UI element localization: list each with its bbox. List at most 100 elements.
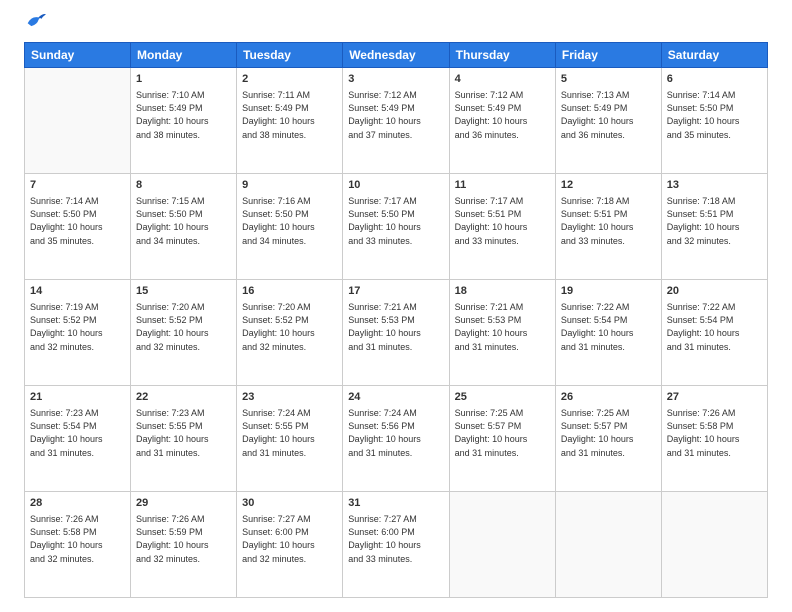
- cell-info: Sunrise: 7:20 AM Sunset: 5:52 PM Dayligh…: [136, 301, 231, 353]
- cell-info: Sunrise: 7:26 AM Sunset: 5:59 PM Dayligh…: [136, 513, 231, 565]
- calendar-week-2: 7Sunrise: 7:14 AM Sunset: 5:50 PM Daylig…: [25, 174, 768, 280]
- calendar-cell: 30 Sunrise: 7:27 AM Sunset: 6:00 PM Dayli…: [237, 492, 343, 598]
- day-number: 10: [348, 178, 443, 193]
- day-number: 1: [136, 72, 231, 87]
- cell-info: Sunrise: 7:11 AM Sunset: 5:49 PM Dayligh…: [242, 89, 337, 141]
- calendar-cell: 22 Sunrise: 7:23 AM Sunset: 5:55 PM Dayli…: [131, 386, 237, 492]
- day-number: 26: [561, 390, 656, 405]
- day-header-monday: Monday: [131, 43, 237, 68]
- cell-info: Sunrise: 7:20 AM Sunset: 5:52 PM Dayligh…: [242, 301, 337, 353]
- calendar-cell: 18 Sunrise: 7:21 AM Sunset: 5:53 PM Dayli…: [449, 280, 555, 386]
- calendar-cell: 20Sunrise: 7:22 AM Sunset: 5:54 PM Dayli…: [661, 280, 767, 386]
- day-number: 24: [348, 390, 443, 405]
- day-number: 20: [667, 284, 762, 299]
- calendar-header-row: SundayMondayTuesdayWednesdayThursdayFrid…: [25, 43, 768, 68]
- day-header-wednesday: Wednesday: [343, 43, 449, 68]
- day-number: 12: [561, 178, 656, 193]
- day-header-sunday: Sunday: [25, 43, 131, 68]
- cell-info: Sunrise: 7:24 AM Sunset: 5:55 PM Dayligh…: [242, 407, 337, 459]
- day-number: 29: [136, 496, 231, 511]
- cell-info: Sunrise: 7:19 AM Sunset: 5:52 PM Dayligh…: [30, 301, 125, 353]
- calendar-cell: 8Sunrise: 7:15 AM Sunset: 5:50 PM Daylig…: [131, 174, 237, 280]
- day-number: 3: [348, 72, 443, 87]
- calendar-cell: 15 Sunrise: 7:20 AM Sunset: 5:52 PM Dayli…: [131, 280, 237, 386]
- cell-info: Sunrise: 7:18 AM Sunset: 5:51 PM Dayligh…: [667, 195, 762, 247]
- calendar-cell: 2 Sunrise: 7:11 AM Sunset: 5:49 PM Daylig…: [237, 68, 343, 174]
- day-number: 14: [30, 284, 125, 299]
- calendar-cell: 1 Sunrise: 7:10 AM Sunset: 5:49 PM Daylig…: [131, 68, 237, 174]
- calendar-cell: 10 Sunrise: 7:17 AM Sunset: 5:50 PM Dayli…: [343, 174, 449, 280]
- day-number: 8: [136, 178, 231, 193]
- calendar-cell: [661, 492, 767, 598]
- calendar-cell: [25, 68, 131, 174]
- calendar-cell: 7Sunrise: 7:14 AM Sunset: 5:50 PM Daylig…: [25, 174, 131, 280]
- cell-info: Sunrise: 7:23 AM Sunset: 5:54 PM Dayligh…: [30, 407, 125, 459]
- calendar-cell: 4 Sunrise: 7:12 AM Sunset: 5:49 PM Daylig…: [449, 68, 555, 174]
- cell-info: Sunrise: 7:21 AM Sunset: 5:53 PM Dayligh…: [348, 301, 443, 353]
- cell-info: Sunrise: 7:17 AM Sunset: 5:51 PM Dayligh…: [455, 195, 550, 247]
- day-number: 9: [242, 178, 337, 193]
- calendar-cell: 3 Sunrise: 7:12 AM Sunset: 5:49 PM Daylig…: [343, 68, 449, 174]
- day-header-friday: Friday: [555, 43, 661, 68]
- day-number: 11: [455, 178, 550, 193]
- day-number: 16: [242, 284, 337, 299]
- day-header-saturday: Saturday: [661, 43, 767, 68]
- cell-info: Sunrise: 7:12 AM Sunset: 5:49 PM Dayligh…: [348, 89, 443, 141]
- day-number: 19: [561, 284, 656, 299]
- day-number: 30: [242, 496, 337, 511]
- cell-info: Sunrise: 7:10 AM Sunset: 5:49 PM Dayligh…: [136, 89, 231, 141]
- calendar-cell: 11 Sunrise: 7:17 AM Sunset: 5:51 PM Dayli…: [449, 174, 555, 280]
- cell-info: Sunrise: 7:12 AM Sunset: 5:49 PM Dayligh…: [455, 89, 550, 141]
- header: [24, 18, 768, 32]
- day-number: 2: [242, 72, 337, 87]
- calendar-week-5: 28Sunrise: 7:26 AM Sunset: 5:58 PM Dayli…: [25, 492, 768, 598]
- day-number: 23: [242, 390, 337, 405]
- day-number: 15: [136, 284, 231, 299]
- day-number: 17: [348, 284, 443, 299]
- cell-info: Sunrise: 7:22 AM Sunset: 5:54 PM Dayligh…: [561, 301, 656, 353]
- cell-info: Sunrise: 7:18 AM Sunset: 5:51 PM Dayligh…: [561, 195, 656, 247]
- calendar-cell: 17 Sunrise: 7:21 AM Sunset: 5:53 PM Dayli…: [343, 280, 449, 386]
- cell-info: Sunrise: 7:27 AM Sunset: 6:00 PM Dayligh…: [242, 513, 337, 565]
- day-number: 5: [561, 72, 656, 87]
- day-number: 22: [136, 390, 231, 405]
- day-header-thursday: Thursday: [449, 43, 555, 68]
- cell-info: Sunrise: 7:26 AM Sunset: 5:58 PM Dayligh…: [667, 407, 762, 459]
- calendar-table: SundayMondayTuesdayWednesdayThursdayFrid…: [24, 42, 768, 598]
- cell-info: Sunrise: 7:24 AM Sunset: 5:56 PM Dayligh…: [348, 407, 443, 459]
- calendar-cell: 28Sunrise: 7:26 AM Sunset: 5:58 PM Dayli…: [25, 492, 131, 598]
- day-number: 28: [30, 496, 125, 511]
- cell-info: Sunrise: 7:25 AM Sunset: 5:57 PM Dayligh…: [455, 407, 550, 459]
- day-number: 21: [30, 390, 125, 405]
- calendar-cell: 6Sunrise: 7:14 AM Sunset: 5:50 PM Daylig…: [661, 68, 767, 174]
- calendar-cell: 14 Sunrise: 7:19 AM Sunset: 5:52 PM Dayli…: [25, 280, 131, 386]
- calendar-cell: 13Sunrise: 7:18 AM Sunset: 5:51 PM Dayli…: [661, 174, 767, 280]
- calendar-cell: 21 Sunrise: 7:23 AM Sunset: 5:54 PM Dayli…: [25, 386, 131, 492]
- cell-info: Sunrise: 7:13 AM Sunset: 5:49 PM Dayligh…: [561, 89, 656, 141]
- calendar-cell: [555, 492, 661, 598]
- calendar-cell: 23 Sunrise: 7:24 AM Sunset: 5:55 PM Dayli…: [237, 386, 343, 492]
- calendar-cell: [449, 492, 555, 598]
- calendar-cell: 19 Sunrise: 7:22 AM Sunset: 5:54 PM Dayli…: [555, 280, 661, 386]
- cell-info: Sunrise: 7:25 AM Sunset: 5:57 PM Dayligh…: [561, 407, 656, 459]
- calendar-cell: 16 Sunrise: 7:20 AM Sunset: 5:52 PM Dayli…: [237, 280, 343, 386]
- day-number: 31: [348, 496, 443, 511]
- calendar-cell: 12 Sunrise: 7:18 AM Sunset: 5:51 PM Dayli…: [555, 174, 661, 280]
- calendar-cell: 25 Sunrise: 7:25 AM Sunset: 5:57 PM Dayli…: [449, 386, 555, 492]
- calendar-cell: 27 Sunrise: 7:26 AM Sunset: 5:58 PM Dayli…: [661, 386, 767, 492]
- logo-bird-icon: [24, 10, 46, 32]
- calendar-week-3: 14 Sunrise: 7:19 AM Sunset: 5:52 PM Dayli…: [25, 280, 768, 386]
- calendar-week-1: 1 Sunrise: 7:10 AM Sunset: 5:49 PM Daylig…: [25, 68, 768, 174]
- page: SundayMondayTuesdayWednesdayThursdayFrid…: [0, 0, 792, 612]
- cell-info: Sunrise: 7:23 AM Sunset: 5:55 PM Dayligh…: [136, 407, 231, 459]
- cell-info: Sunrise: 7:16 AM Sunset: 5:50 PM Dayligh…: [242, 195, 337, 247]
- cell-info: Sunrise: 7:17 AM Sunset: 5:50 PM Dayligh…: [348, 195, 443, 247]
- day-number: 27: [667, 390, 762, 405]
- calendar-week-4: 21 Sunrise: 7:23 AM Sunset: 5:54 PM Dayli…: [25, 386, 768, 492]
- day-number: 18: [455, 284, 550, 299]
- day-number: 25: [455, 390, 550, 405]
- cell-info: Sunrise: 7:14 AM Sunset: 5:50 PM Dayligh…: [30, 195, 125, 247]
- cell-info: Sunrise: 7:21 AM Sunset: 5:53 PM Dayligh…: [455, 301, 550, 353]
- calendar-cell: 24 Sunrise: 7:24 AM Sunset: 5:56 PM Dayli…: [343, 386, 449, 492]
- day-number: 4: [455, 72, 550, 87]
